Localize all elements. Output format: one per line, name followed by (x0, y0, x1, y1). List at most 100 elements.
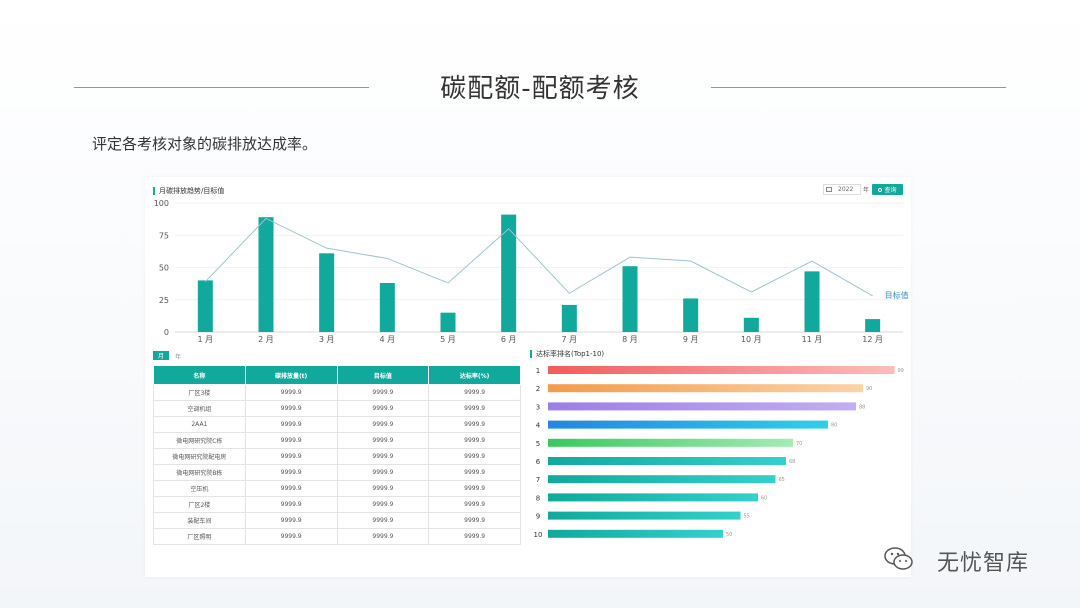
rank-label: 1 (536, 367, 540, 375)
rank-value-label: 70 (796, 441, 802, 447)
search-icon (878, 187, 883, 192)
y-tick-label: 50 (159, 264, 169, 273)
y-tick-label: 0 (164, 328, 169, 337)
table-row[interactable]: 微电网研究院配电房 9999.9 9999.9 9999.9 (153, 448, 521, 465)
emission-table: 名称 碳排放量(t) 目标值 达标率(%) 厂区3楼 9999.9 9999.9 99… (153, 365, 521, 545)
trend-chart-title-text: 月碳排放趋势/目标值 (159, 187, 225, 195)
rank-value-label: 68 (789, 459, 795, 465)
ranking-chart: 1 99 2 90 3 88 4 80 5 70 6 68 7 65 8 60 9 55 10 50 (534, 366, 904, 539)
rank-bar (548, 438, 793, 447)
rank-label: 7 (536, 476, 540, 484)
table-row[interactable]: 微电网研究院C栋 9999.9 9999.9 9999.9 (153, 432, 521, 449)
calendar-icon (826, 187, 832, 192)
table-cell: 9999.9 (244, 496, 338, 513)
bar (379, 282, 395, 332)
rank-bar (548, 457, 786, 465)
year-value: 2022 (838, 186, 854, 193)
table-cell: 9999.9 (428, 496, 521, 513)
table-cell: 9999.9 (428, 528, 521, 545)
trend-chart-title: 月碳排放趋势/目标值 (153, 186, 224, 196)
rank-bar (548, 493, 758, 502)
table-cell: 9999.9 (428, 400, 521, 417)
table-cell: 微电网研究院B栋 (153, 464, 246, 481)
tab-year[interactable]: 年 (175, 352, 181, 361)
rank-value-label: 80 (831, 423, 837, 429)
bar (622, 266, 638, 332)
table-row[interactable]: 空压机 9999.9 9999.9 9999.9 (153, 480, 521, 497)
table-row[interactable]: 厂区2楼 9999.9 9999.9 9999.9 (153, 496, 521, 513)
bar (561, 304, 577, 332)
table-cell: 9999.9 (244, 432, 338, 449)
table-cell: 9999.9 (336, 512, 430, 529)
rank-value-label: 90 (866, 386, 872, 392)
title-accent-bar (530, 350, 532, 358)
table-cell: 9999.9 (336, 448, 430, 465)
dashboard-screenshot: 月碳排放趋势/目标值 2022 年 查询 0 25 50 75 100 目标值 1 月2 月… (145, 177, 911, 577)
table-cell: 9999.9 (428, 416, 521, 433)
x-tick-label: 11 月 (802, 335, 823, 344)
rank-label: 6 (536, 458, 541, 466)
table-row[interactable]: 空调机组 9999.9 9999.9 9999.9 (153, 400, 521, 417)
ranking-chart-title: 达标率排名(Top1-10) (530, 349, 604, 359)
bar (319, 253, 335, 332)
table-cell: 9999.9 (244, 384, 338, 401)
table-cell: 9999.9 (428, 480, 521, 497)
table-cell: 9999.9 (244, 416, 338, 433)
x-tick-label: 5 月 (440, 335, 456, 344)
y-tick-label: 25 (159, 296, 169, 305)
rank-bar (548, 384, 863, 393)
x-tick-label: 12 月 (862, 335, 883, 344)
table-header-cell[interactable]: 名称 (153, 365, 246, 385)
table-cell: 9999.9 (428, 448, 521, 465)
y-tick-label: 100 (154, 199, 169, 208)
table-row[interactable]: 2AA1 9999.9 9999.9 9999.9 (153, 416, 521, 433)
wechat-icon (884, 547, 913, 570)
table-header-row: 名称 碳排放量(t) 目标值 达标率(%) (153, 365, 521, 385)
table-cell: 装配车间 (153, 512, 246, 529)
table-cell: 9999.9 (244, 480, 338, 497)
rank-value-label: 60 (761, 495, 767, 501)
tab-month[interactable]: 月 (153, 351, 169, 360)
year-unit: 年 (863, 187, 870, 194)
title-accent-bar (153, 187, 155, 195)
rank-value-label: 88 (859, 404, 865, 410)
table-cell: 空调机组 (153, 400, 246, 417)
ranking-chart-title-text: 达标率排名(Top1-10) (536, 350, 605, 358)
table-cell: 9999.9 (336, 400, 430, 417)
table-cell: 微电网研究院C栋 (153, 432, 246, 449)
bar (683, 298, 699, 332)
table-row[interactable]: 微电网研究院B栋 9999.9 9999.9 9999.9 (153, 464, 521, 481)
table-cell: 厂区2楼 (153, 496, 246, 513)
rank-value-label: 65 (779, 477, 785, 483)
rank-label: 2 (536, 385, 540, 393)
table-row[interactable]: 厂区照明 9999.9 9999.9 9999.9 (153, 528, 521, 545)
x-tick-label: 4 月 (380, 335, 396, 344)
table-cell: 9999.9 (428, 432, 521, 449)
target-line-label: 目标值 (885, 290, 909, 300)
table-header-cell[interactable]: 碳排放量(t) (244, 365, 338, 385)
page-title: 碳配额-配额考核 (440, 74, 640, 104)
x-tick-label: 9 月 (683, 335, 699, 344)
table-row[interactable]: 厂区3楼 9999.9 9999.9 9999.9 (153, 384, 521, 401)
watermark-text: 无忧智库 (937, 551, 1030, 576)
table-header-cell[interactable]: 目标值 (336, 365, 430, 385)
query-button[interactable]: 查询 (872, 184, 903, 195)
table-cell: 9999.9 (244, 448, 338, 465)
rank-bar (548, 366, 895, 374)
bar (804, 271, 820, 332)
year-picker[interactable]: 2022 (823, 184, 861, 195)
table-cell: 9999.9 (336, 416, 430, 433)
x-tick-label: 3 月 (319, 335, 335, 344)
x-tick-label: 10 月 (741, 335, 762, 344)
rank-label: 8 (536, 494, 540, 502)
table-cell: 微电网研究院配电房 (153, 448, 246, 465)
x-tick-label: 7 月 (562, 335, 578, 344)
table-row[interactable]: 装配车间 9999.9 9999.9 9999.9 (153, 512, 521, 529)
rank-label: 5 (536, 440, 540, 448)
table-cell: 9999.9 (336, 496, 430, 513)
rank-label: 10 (534, 531, 543, 539)
target-line (204, 217, 873, 297)
rank-bar (548, 402, 856, 411)
rank-bar (548, 511, 741, 520)
table-header-cell[interactable]: 达标率(%) (428, 365, 521, 385)
